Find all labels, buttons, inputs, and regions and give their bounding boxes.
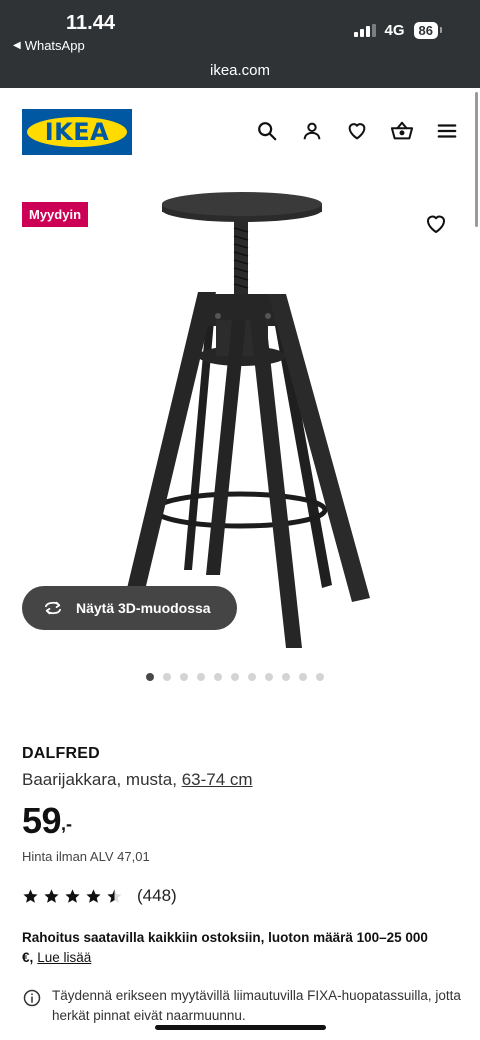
url-bar[interactable]: ikea.com [0, 62, 480, 79]
price-decimal: ,- [61, 814, 73, 834]
product-price: 59 ,- [22, 800, 72, 842]
price-integer: 59 [22, 800, 62, 841]
star-icon [86, 888, 101, 903]
bestseller-badge: Myydyin [22, 202, 89, 227]
carousel-dot[interactable] [214, 673, 222, 681]
battery-icon: 86 [413, 22, 443, 39]
carousel-dot[interactable] [299, 673, 307, 681]
felt-pads-note: Täydennä erikseen myytävillä liimautuvil… [22, 986, 462, 1026]
felt-pads-text: Täydennä erikseen myytävillä liimautuvil… [52, 988, 461, 1023]
star-icon [44, 888, 59, 903]
ikea-logo[interactable]: IKEA [22, 109, 132, 155]
star-icon [23, 888, 38, 903]
back-app-label: WhatsApp [24, 38, 85, 53]
site-header: IKEA [0, 88, 480, 178]
info-icon [23, 989, 41, 1007]
size-link[interactable]: 63-74 cm [182, 770, 253, 789]
rotate-3d-icon [45, 601, 61, 615]
star-icon [107, 888, 122, 903]
carousel-dot[interactable] [265, 673, 273, 681]
carousel-dot[interactable] [316, 673, 324, 681]
carousel-dot[interactable] [146, 673, 154, 681]
basket-icon[interactable] [389, 118, 415, 144]
logo-text: IKEA [44, 118, 110, 146]
product-type: Baarijakkara, musta, [22, 770, 182, 789]
status-indicators: 4G 86 [353, 22, 443, 39]
status-bar: 11.44 ◀ WhatsApp 4G 86 ikea.com [0, 0, 480, 88]
carousel-dot[interactable] [282, 673, 290, 681]
signal-icon [353, 24, 376, 37]
product-image[interactable] [100, 180, 380, 650]
product-description: Baarijakkara, musta, 63-74 cm [22, 770, 253, 790]
price-excl-vat: Hinta ilman ALV 47,01 [22, 849, 150, 864]
carousel-dot[interactable] [231, 673, 239, 681]
user-icon[interactable] [299, 118, 325, 144]
header-actions [254, 118, 460, 144]
back-to-app[interactable]: ◀ WhatsApp [13, 38, 85, 53]
star-icon [65, 888, 80, 903]
rating-stars [22, 888, 123, 905]
view-3d-label: Näytä 3D-muodossa [76, 600, 211, 616]
view-3d-button[interactable]: Näytä 3D-muodossa [22, 586, 237, 630]
add-to-wishlist-heart-icon[interactable] [424, 212, 448, 236]
product-name: DALFRED [22, 745, 100, 762]
image-carousel-dots[interactable] [146, 673, 324, 681]
product-rating[interactable]: (448) [22, 886, 177, 906]
carousel-dot[interactable] [197, 673, 205, 681]
carousel-dot[interactable] [248, 673, 256, 681]
read-more-link[interactable]: Lue lisää [37, 950, 91, 965]
menu-icon[interactable] [434, 118, 460, 144]
back-arrow-icon: ◀ [13, 40, 21, 51]
home-indicator[interactable] [155, 1025, 326, 1030]
heart-icon[interactable] [344, 118, 370, 144]
financing-info: Rahoitus saatavilla kaikkiin ostoksiin, … [22, 928, 462, 968]
review-count[interactable]: (448) [137, 886, 177, 906]
search-icon[interactable] [254, 118, 280, 144]
network-type: 4G [384, 22, 405, 39]
carousel-dot[interactable] [163, 673, 171, 681]
carousel-dot[interactable] [180, 673, 188, 681]
logo-oval: IKEA [27, 117, 127, 147]
page-scrollbar[interactable] [475, 92, 478, 227]
status-time: 11.44 [66, 12, 115, 34]
